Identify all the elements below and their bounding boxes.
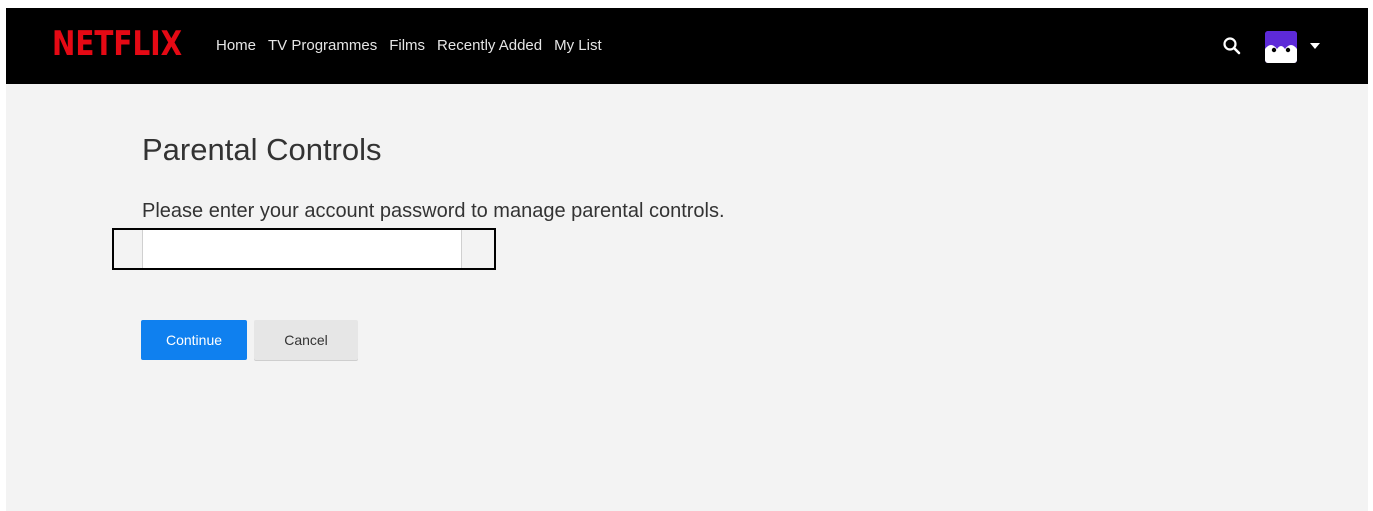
netflix-logo[interactable]: NETFLIX [52, 24, 182, 64]
password-field-wrapper [112, 228, 496, 270]
continue-button[interactable]: Continue [141, 320, 247, 360]
parental-controls-section: Parental Controls [142, 128, 382, 172]
search-icon[interactable] [1222, 36, 1242, 56]
password-prompt: Please enter your account password to ma… [142, 200, 725, 222]
top-navbar: NETFLIX Home TV Programmes Films Recentl… [6, 8, 1368, 84]
primary-nav: Home TV Programmes Films Recently Added … [216, 36, 614, 56]
page-frame: NETFLIX Home TV Programmes Films Recentl… [6, 8, 1368, 511]
password-input[interactable] [142, 230, 462, 268]
cancel-button[interactable]: Cancel [254, 320, 358, 360]
page-title: Parental Controls [142, 132, 382, 167]
nav-my-list[interactable]: My List [554, 36, 602, 56]
caret-down-icon[interactable] [1310, 43, 1320, 49]
nav-recently-added[interactable]: Recently Added [437, 36, 542, 56]
nav-home[interactable]: Home [216, 36, 256, 56]
avatar-face-icon [1265, 31, 1297, 63]
nav-tv-programmes[interactable]: TV Programmes [268, 36, 377, 56]
nav-films[interactable]: Films [389, 36, 425, 56]
profile-avatar[interactable] [1265, 31, 1297, 63]
